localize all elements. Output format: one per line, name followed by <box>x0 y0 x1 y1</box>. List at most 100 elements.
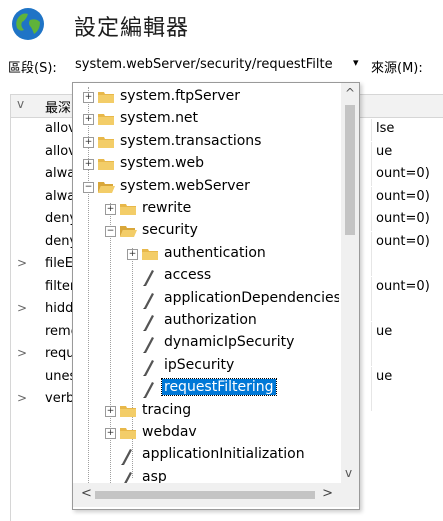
column-divider <box>371 141 372 164</box>
header: 設定編輯器 <box>0 0 443 50</box>
property-icon <box>143 292 154 309</box>
scroll-up-icon[interactable]: ^ <box>345 86 355 100</box>
tree-label: system.webServer <box>120 177 250 194</box>
column-divider <box>371 254 372 276</box>
grid-header-label: 最深 <box>45 101 72 116</box>
tree-label: rewrite <box>142 200 192 216</box>
scroll-thumb-horizontal[interactable] <box>95 491 315 499</box>
scroll-right-icon[interactable]: > <box>322 486 333 501</box>
folder-icon <box>98 92 114 103</box>
column-divider <box>371 344 372 366</box>
tree-label: webdav <box>142 424 197 440</box>
property-icon <box>143 382 154 399</box>
expand-icon[interactable]: + <box>105 428 116 439</box>
tree-label: system.ftpServer <box>120 88 241 104</box>
column-divider <box>371 209 372 231</box>
tree-label: authentication <box>164 244 266 261</box>
column-divider <box>371 366 372 389</box>
property-icon <box>121 449 132 466</box>
horizontal-scrollbar[interactable]: < > <box>73 483 341 507</box>
tree-label: ipSecurity <box>164 356 235 373</box>
section-dropdown[interactable]: system.webServer/security/requestFilte <box>75 57 333 72</box>
tree-line <box>110 203 111 483</box>
column-divider <box>371 299 372 321</box>
column-divider <box>371 231 372 254</box>
folder-icon <box>98 136 114 148</box>
column-divider <box>371 321 372 344</box>
expand-icon[interactable]: > <box>17 301 27 315</box>
expand-icon[interactable]: + <box>105 405 116 417</box>
folder-icon <box>142 248 158 260</box>
tree-label: tracing <box>142 401 192 418</box>
scroll-thumb[interactable] <box>345 105 355 235</box>
section-label: 區段(S): <box>8 61 57 76</box>
grid-row-name: verb <box>45 391 75 406</box>
grid-row-value: lse <box>376 121 395 136</box>
grid-row-name: alwa <box>45 188 76 204</box>
tree-label: asp <box>142 468 167 483</box>
expand-icon[interactable]: + <box>127 248 138 260</box>
selected-tree-label: requestFiltering <box>161 378 277 397</box>
column-divider <box>371 186 372 209</box>
grid-row-value: ount=0) <box>376 166 430 181</box>
collapse-icon[interactable]: − <box>105 226 116 238</box>
column-divider <box>371 119 372 141</box>
scroll-left-icon[interactable]: < <box>81 486 92 501</box>
property-icon <box>124 471 132 483</box>
expand-icon[interactable]: + <box>83 92 94 103</box>
folder-icon <box>98 114 114 126</box>
folder-icon <box>120 405 136 417</box>
column-divider <box>371 389 372 411</box>
tree-label: system.web <box>120 155 205 172</box>
grid-row-name: alwa <box>45 166 76 181</box>
tree-label: applicationDependencies <box>164 289 339 306</box>
column-divider <box>371 276 372 299</box>
section-tree-popup: + system.ftpServer + system.net + system.tran… <box>72 82 360 510</box>
grid-row-name: filter <box>45 278 76 294</box>
tree-label: applicationInitialization <box>142 446 305 463</box>
expand-icon[interactable]: > <box>17 346 27 360</box>
vertical-scrollbar[interactable]: ^ v <box>341 83 359 483</box>
folder-open-icon <box>98 181 115 193</box>
globe-icon <box>12 8 44 40</box>
expand-icon[interactable]: + <box>83 114 94 126</box>
tree-label: dynamicIpSecurity <box>164 334 295 351</box>
property-icon <box>143 270 154 287</box>
collapse-icon[interactable]: − <box>83 181 94 193</box>
grid-row-value: ount=0) <box>376 211 430 226</box>
expand-icon[interactable]: > <box>17 391 27 405</box>
tree-label: access <box>164 267 212 284</box>
property-icon <box>143 315 154 331</box>
collapse-icon[interactable]: v <box>17 97 24 111</box>
grid-row-name: fileE <box>45 256 74 271</box>
expand-icon[interactable]: + <box>105 204 116 215</box>
tree-line <box>132 248 133 478</box>
grid-row-value: ount=0) <box>376 278 430 294</box>
folder-open-icon <box>120 226 137 238</box>
expand-icon[interactable]: > <box>17 256 27 270</box>
grid-row-value: ue <box>376 143 393 159</box>
scroll-corner <box>341 483 359 507</box>
tree-label: security <box>142 222 198 239</box>
section-bar: 區段(S): system.webServer/security/request… <box>0 54 443 76</box>
section-tree: + system.ftpServer + system.net + system.tran… <box>73 83 339 483</box>
from-label: 來源(M): <box>371 61 423 76</box>
tree-label: system.transactions <box>120 132 262 149</box>
grid-row-value: ount=0) <box>376 188 430 204</box>
folder-icon <box>120 428 136 439</box>
grid-row-value: ount=0) <box>376 233 430 249</box>
property-icon <box>143 337 154 354</box>
property-icon <box>143 359 154 376</box>
folder-icon <box>120 204 136 215</box>
expand-icon[interactable]: + <box>83 136 94 148</box>
grid-row-name: requ <box>45 346 75 361</box>
grid-row-value: ue <box>376 368 393 384</box>
page-title: 設定編輯器 <box>74 16 190 41</box>
tree-label: authorization <box>164 312 257 328</box>
grid-row-name: hidd <box>45 301 74 316</box>
scroll-down-icon[interactable]: v <box>345 466 352 480</box>
tree-label: system.net <box>120 110 199 127</box>
chevron-down-icon[interactable]: ▾ <box>353 56 359 69</box>
column-divider <box>371 164 372 186</box>
expand-icon[interactable]: + <box>83 159 94 171</box>
